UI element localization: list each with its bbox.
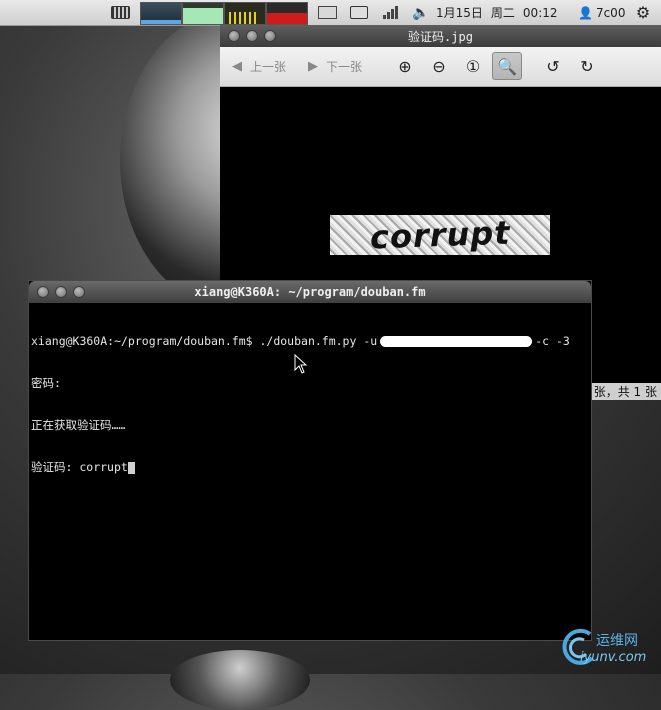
keyboard-icon[interactable] — [110, 0, 130, 25]
clock[interactable]: 1月15日 周二 00:12 — [436, 0, 596, 25]
terminal-line: xiang@K360A:~/program/douban.fm$ ./douba… — [31, 334, 589, 348]
terminal-line: 密码: — [31, 376, 61, 390]
zoom-out-icon: ⊖ — [432, 56, 446, 76]
signal-icon[interactable] — [380, 0, 402, 25]
prev-label: 上一张 — [250, 59, 287, 74]
watermark-name: 运维网 — [596, 633, 638, 649]
command-suffix: -c -3 — [535, 334, 570, 348]
prev-image-button[interactable]: ◀ 上一张 — [232, 53, 286, 79]
viewer-titlebar[interactable]: 验证码.jpg — [220, 25, 661, 47]
redacted-username — [380, 336, 533, 347]
rotate-right-button[interactable]: ↻ — [572, 52, 602, 80]
close-button[interactable] — [37, 286, 49, 298]
terminal-line: 验证码: corrupt — [31, 460, 589, 474]
cpu-monitor[interactable] — [140, 2, 182, 25]
next-label: 下一张 — [326, 59, 363, 74]
text-cursor — [127, 461, 135, 474]
battery-icon[interactable] — [348, 0, 370, 25]
load-monitor[interactable] — [266, 2, 308, 25]
terminal-window[interactable]: xiang@K360A: ~/program/douban.fm xiang@K… — [28, 280, 592, 641]
image-count: 张，共 1 张 — [593, 385, 657, 399]
arrow-left-icon: ◀ — [232, 58, 242, 74]
rotate-right-icon: ↻ — [580, 56, 594, 76]
top-panel: 🔈 1月15日 周二 00:12 👤 7c00 ⚙ — [0, 0, 661, 26]
captcha-input-line: 验证码: corrupt — [31, 460, 128, 474]
maximize-button[interactable] — [73, 286, 85, 298]
network-monitor[interactable] — [224, 2, 266, 25]
zoom-normal-button[interactable]: ① — [458, 52, 488, 80]
mail-icon[interactable] — [316, 0, 338, 25]
user-name: 7c00 — [595, 5, 626, 20]
terminal-titlebar[interactable]: xiang@K360A: ~/program/douban.fm — [29, 281, 591, 303]
user-menu[interactable]: 👤 7c00 — [578, 0, 628, 25]
terminal-line: 正在获取验证码…… — [31, 418, 126, 432]
terminal-output[interactable]: xiang@K360A:~/program/douban.fm$ ./douba… — [29, 303, 591, 505]
clock-weekday: 周二 — [490, 6, 515, 20]
close-button[interactable] — [228, 30, 240, 42]
rotate-left-button[interactable]: ↺ — [538, 52, 568, 80]
zoom-normal-icon: ① — [465, 56, 481, 76]
volume-icon[interactable]: 🔈 — [410, 0, 432, 25]
minimize-button[interactable] — [246, 30, 258, 42]
captcha-image: corrupt — [330, 213, 550, 257]
clock-time: 00:12 — [522, 5, 558, 20]
minimize-button[interactable] — [55, 286, 67, 298]
maximize-button[interactable] — [264, 30, 276, 42]
desktop-wallpaper-ornament — [170, 650, 310, 710]
memory-monitor[interactable] — [182, 2, 224, 25]
command-prefix: xiang@K360A:~/program/douban.fm$ ./douba… — [31, 334, 378, 348]
clock-date: 1月15日 — [436, 6, 483, 20]
zoom-out-button[interactable]: ⊖ — [424, 52, 454, 80]
next-image-button[interactable]: ▶ 下一张 — [308, 53, 362, 79]
watermark-url: iyunv.com — [580, 650, 647, 665]
gear-icon[interactable]: ⚙ — [632, 0, 654, 25]
captcha-text: corrupt — [369, 213, 511, 257]
zoom-fit-button[interactable]: 🔍 — [492, 52, 522, 80]
magnifier-icon: 🔍 — [497, 56, 517, 76]
arrow-right-icon: ▶ — [308, 58, 318, 74]
watermark: 运维网 iyunv.com — [558, 626, 658, 670]
zoom-in-icon: ⊕ — [398, 56, 412, 76]
rotate-left-icon: ↺ — [546, 56, 560, 76]
viewer-toolbar: ◀ 上一张 ▶ 下一张 ⊕ ⊖ ① 🔍 ↺ ↻ — [220, 47, 661, 87]
zoom-in-button[interactable]: ⊕ — [390, 52, 420, 80]
user-icon: 👤 — [578, 5, 593, 20]
terminal-title: xiang@K360A: ~/program/douban.fm — [194, 285, 426, 299]
viewer-title: 验证码.jpg — [408, 29, 473, 44]
viewer-statusbar: 张，共 1 张 — [589, 383, 661, 400]
